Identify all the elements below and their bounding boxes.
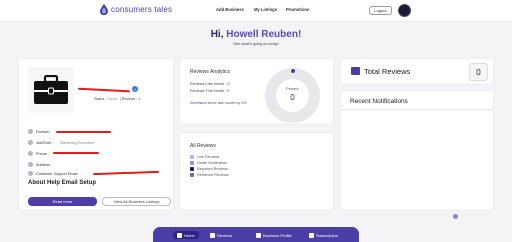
bottom-nav-label: Subscription [316,232,339,238]
legend-label: Live Reviews [197,155,220,159]
legend-label: Retrieved Reviews [197,173,229,177]
detail-label: Job/Role : [36,140,54,145]
bottom-nav-home[interactable]: Home [173,231,199,239]
detail-domain: Domain : [28,129,58,134]
detail-phone: Phone : [28,151,56,156]
location-pin-icon [28,162,33,167]
increase-summary: Increased since last month by 0% [190,101,258,107]
mail-icon [28,171,33,176]
legend-under-moderation[interactable]: Under Moderation [190,161,227,165]
read-more-button[interactable]: Read more [28,197,97,206]
legend-retrieved-reviews[interactable]: Retrieved Reviews [190,173,229,177]
briefcase-icon [34,75,68,104]
subscription-icon [309,232,314,238]
nav-my-listings[interactable]: My Listings [254,7,277,12]
status-label: Status : [94,97,107,101]
reviews-icon [210,232,215,238]
donut-label: Percent [286,87,299,91]
top-bar: consumers tales Add Business My Listings… [0,0,512,22]
reviews-count-value: 1 [138,97,141,101]
bottom-nav-business-profile[interactable]: Business Profile [256,231,292,239]
business-profile-card: ✓ Status : Owner | Reviews : 1 Domain : … [18,58,174,211]
legend-live-reviews[interactable]: Live Reviews [190,155,219,159]
bottom-nav-label: Reviews [217,232,233,238]
reviews-analytics-card: Reviews Analytics Reviews Last Month : 0… [179,58,334,125]
analytics-title: Reviews Analytics [190,69,231,75]
donut-marker [291,69,295,73]
legend-swatch [190,167,194,171]
briefcase-small-icon [28,140,33,145]
total-reviews-value: 0 [469,63,488,81]
all-reviews-card: All Reviews Live Reviews Under Moderatio… [179,132,334,211]
bottom-nav-label: Business Profile [263,232,292,238]
detail-label: Customer Support Email : [36,171,80,176]
bottom-navigation: Home Reviews Business Profile Subscripti… [153,227,359,242]
status-value: Owner [107,97,118,101]
redacted-email [92,170,160,176]
increased-label: Increased [190,101,207,105]
status-line: Status : Owner | Reviews : 1 [94,97,141,101]
detail-label: Domain : [36,129,52,134]
user-avatar[interactable] [398,4,411,17]
brand-logo[interactable]: consumers tales [100,4,172,15]
nav-add-business[interactable]: Add Business [216,7,244,12]
notifications-title: Recent Notifications [350,98,408,105]
reviews-last-month: Reviews Last Month : 0 [190,82,230,86]
redacted-phone [53,152,99,154]
home-icon [177,232,182,238]
percent-donut-chart: Percent 0 [265,68,320,123]
greeting-subtitle: See what's going on today! [233,42,279,46]
business-logo [28,67,74,113]
reviews-count-label: Reviews : [121,97,138,101]
droplet-icon [100,4,108,15]
divider [341,109,495,110]
detail-support-email: Customer Support Email : [28,171,86,176]
detail-label: Phone : [36,151,50,156]
verified-badge-icon: ✓ [132,86,138,92]
bottom-nav-subscription[interactable]: Subscription [309,231,338,239]
globe-icon [28,129,33,134]
detail-job-role: Job/Role : Marketing Executive [28,140,94,145]
legend-label: Reported Reviews [197,167,229,171]
profile-icon [256,232,261,238]
nav-promotions[interactable]: Promotions [286,7,309,12]
greeting-hello: Hi, [210,29,224,40]
total-reviews-label: Total Reviews [364,67,411,76]
redacted-domain [56,131,111,133]
scroll-to-top-icon[interactable] [453,214,458,219]
greeting-user-name: Howell Reuben! [226,29,302,40]
legend-swatch [190,173,194,177]
chat-bubble-icon [351,67,360,75]
brand-name: consumers tales [111,5,173,14]
increase-text: since last month by 0% [207,101,247,105]
legend-swatch [190,155,194,159]
view-all-listings-button[interactable]: View All Business Listings [102,197,171,206]
detail-value: Marketing Executive [60,140,95,145]
donut-center: Percent 0 [276,79,309,112]
bottom-nav-reviews[interactable]: Reviews [210,231,232,239]
logout-button[interactable]: Logout [369,6,392,15]
reviews-this-month: Reviews This Month : 0 [190,89,230,93]
recent-notifications-card: Recent Notifications [340,90,495,211]
legend-reported-reviews[interactable]: Reported Reviews [190,167,228,171]
phone-icon [28,151,33,156]
redacted-business-name [77,87,131,93]
donut-value: 0 [290,93,295,102]
help-email-setup-title: About Help Email Setup [28,180,97,186]
total-reviews-card: Total Reviews 0 [340,58,494,85]
detail-address: Address : [28,162,59,167]
detail-label: Address : [36,162,53,167]
all-reviews-title: All Reviews [190,143,216,149]
greeting-title: Hi, Howell Reuben! [0,29,512,40]
bottom-nav-label: Home [184,232,195,238]
legend-label: Under Moderation [197,161,228,165]
legend-swatch [190,161,194,165]
